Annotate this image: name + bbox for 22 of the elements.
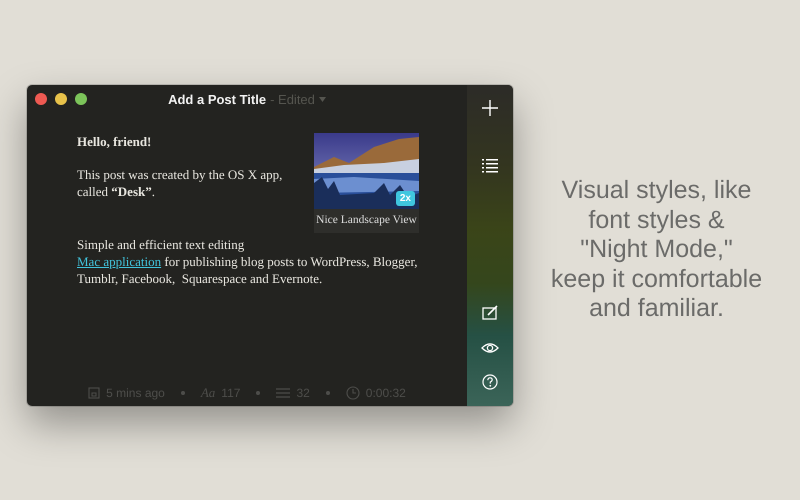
- promo-caption: Visual styles, like font styles & "Night Mode," keep it comfortable and familiar.: [550, 176, 764, 324]
- separator-dot: [326, 391, 330, 395]
- close-button[interactable]: [35, 93, 47, 105]
- post-link[interactable]: Mac application: [77, 254, 162, 269]
- post-paragraph: This post was created by the OS X app, called “Desk”.: [77, 166, 284, 200]
- eye-icon: [481, 341, 499, 355]
- list-icon: [482, 158, 498, 173]
- post-paragraph: Simple and efficient text editing Mac application for publishing blog posts to WordPress, Blogger, Tumblr, Facebook, Squarespace and Evernote.: [77, 236, 418, 287]
- post-heading: Hello, friend!: [77, 133, 152, 150]
- edit-icon: [482, 305, 498, 320]
- lines-icon: [276, 387, 290, 399]
- separator-dot: [256, 391, 260, 395]
- separator-dot: [180, 391, 185, 395]
- resolution-badge: 2x: [396, 191, 415, 206]
- help-icon: [482, 374, 498, 390]
- minimize-button[interactable]: [55, 93, 67, 105]
- save-icon: [88, 387, 100, 399]
- image-caption: Nice Landscape View: [315, 213, 418, 228]
- add-icon: [481, 99, 499, 117]
- clock-icon: [346, 386, 360, 400]
- zoom-button[interactable]: [75, 93, 87, 105]
- window-title: Add a Post Title: [168, 92, 266, 106]
